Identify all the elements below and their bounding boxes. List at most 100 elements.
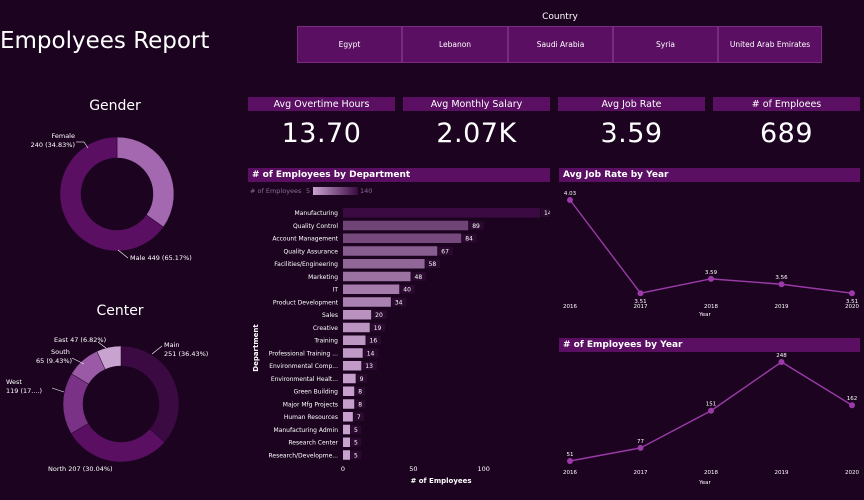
dept-value-label: 8 <box>358 389 362 396</box>
job-rate-point-2020[interactable] <box>849 290 855 297</box>
center-donut-chart[interactable]: Main 251 (36.43%) North 207 (30.04%) Wes… <box>0 330 240 480</box>
dept-category-label: IT <box>333 287 339 294</box>
dept-bar-environmental-comp[interactable] <box>343 361 362 371</box>
employees-year-data-label: 162 <box>847 396 858 402</box>
dept-value-label: 7 <box>357 414 361 421</box>
dept-bar-training[interactable] <box>343 335 366 346</box>
center-slice-main[interactable] <box>120 345 180 443</box>
dept-bar-quality-control[interactable] <box>343 220 469 231</box>
dept-category-label: Manufacturing Admin <box>274 427 339 434</box>
dept-bar-quality-assurance[interactable] <box>343 246 438 256</box>
dept-legend-min: 5 <box>306 187 310 195</box>
dept-bar-chart[interactable]: # of Employees 5 140 ManufacturingQualit… <box>248 184 550 494</box>
dept-bar-research-center[interactable] <box>343 437 351 448</box>
gender-label-female-line1: Female <box>51 132 75 140</box>
dept-bar-it[interactable] <box>343 284 400 295</box>
dept-legend-gradient <box>313 187 358 195</box>
dept-value-label: 19 <box>374 325 382 332</box>
dept-value-label: 8 <box>358 401 362 408</box>
job-rate-line-chart[interactable]: 4.0320163.5120173.5920183.5620193.512020… <box>559 183 860 323</box>
dept-bar-manufacturing-admin[interactable] <box>343 424 351 435</box>
dept-y-axis-label: Department <box>252 324 260 372</box>
dept-bar-research-developme[interactable] <box>343 450 351 460</box>
employees-year-x-tick: 2020 <box>845 470 859 476</box>
dept-bar-product-development[interactable] <box>343 297 391 307</box>
dept-category-label: Human Resources <box>284 414 338 421</box>
gender-slice-female[interactable] <box>116 136 175 228</box>
dept-legend-max: 140 <box>360 187 372 195</box>
job-rate-x-tick: 2018 <box>704 304 718 310</box>
dept-bar-facilities-engineering[interactable] <box>343 259 425 269</box>
job-rate-x-tick: 2017 <box>634 304 648 310</box>
job-rate-data-label: 3.56 <box>775 275 788 281</box>
job-rate-point-2016[interactable] <box>567 197 573 203</box>
dept-category-label: Quality Control <box>293 223 338 230</box>
center-label-west-line2: 119 (17....) <box>6 387 42 395</box>
country-option-saudi-arabia[interactable]: Saudi Arabia <box>508 26 613 63</box>
dept-bar-professional-training[interactable] <box>343 348 363 358</box>
job-rate-point-2019[interactable] <box>778 281 785 288</box>
job-rate-x-tick: 2016 <box>563 304 577 310</box>
dept-chart-title: # of Employees by Department <box>248 168 550 182</box>
job-rate-point-2018[interactable] <box>708 275 714 282</box>
gender-label-male: Male 449 (65.17%) <box>130 254 192 262</box>
dept-category-label: Environmental Comp... <box>269 363 338 370</box>
employees-year-point-2018[interactable] <box>708 407 714 414</box>
country-option-syria[interactable]: Syria <box>613 26 718 63</box>
gender-label-female-line2: 240 (34.83%) <box>31 141 75 149</box>
dept-value-label: 58 <box>429 261 437 268</box>
dept-bar-human-resources[interactable] <box>343 412 353 422</box>
kpi-label-employees: # of Emploees <box>713 97 860 111</box>
dept-bar-green-building[interactable] <box>343 386 355 397</box>
center-leader-west <box>51 387 65 393</box>
center-donut[interactable] <box>62 345 180 463</box>
dept-x-axis-label: # of Employees <box>410 477 471 485</box>
dept-bar-creative[interactable] <box>343 322 370 333</box>
dept-x-tick: 50 <box>409 465 417 473</box>
gender-donut[interactable] <box>59 136 175 252</box>
employees-year-point-2019[interactable] <box>778 359 785 365</box>
country-option-lebanon[interactable]: Lebanon <box>402 26 508 63</box>
dept-bar-sales[interactable] <box>343 310 372 320</box>
kpi-value-job-rate: 3.59 <box>600 118 663 149</box>
dept-value-label: 14 <box>367 350 375 357</box>
employees-year-line-chart[interactable]: 51 2016 77 2017 151 2018 248 2019 162 2020 Year <box>559 353 860 493</box>
dept-value-label: 34 <box>395 299 403 306</box>
dept-bar-manufacturing[interactable] <box>343 208 540 218</box>
dept-bar-marketing[interactable] <box>343 271 411 282</box>
dept-category-label: Training <box>313 338 338 345</box>
country-option-uae[interactable]: United Arab Emirates <box>718 26 822 63</box>
dept-value-label: 40 <box>403 287 411 294</box>
center-label-east: East 47 (6.82%) <box>54 336 106 344</box>
employees-year-x-tick: 2017 <box>634 470 648 476</box>
employees-year-point-2016[interactable] <box>567 458 573 464</box>
dept-category-label: Green Building <box>294 389 339 396</box>
dept-category-label: Sales <box>322 312 338 319</box>
dept-value-label: 13 <box>365 363 373 370</box>
dept-category-label: Major Mfg Projects <box>283 401 338 408</box>
center-label-south-line2: 65 (9.43%) <box>36 357 72 365</box>
dept-category-label: Creative <box>313 325 338 332</box>
dept-bar-account-management[interactable] <box>343 233 462 244</box>
country-option-egypt[interactable]: Egypt <box>297 26 402 63</box>
kpi-value-overtime: 13.70 <box>281 118 362 149</box>
dept-category-label: Marketing <box>308 274 338 281</box>
employees-year-point-2020[interactable] <box>849 402 855 409</box>
center-label-main-line1: Main <box>164 341 180 349</box>
center-label-main-line2: 251 (36.43%) <box>164 350 208 358</box>
dept-category-label: Quality Assurance <box>284 248 339 255</box>
employees-year-data-label: 151 <box>706 402 717 408</box>
gender-donut-chart[interactable]: Female 240 (34.83%) Male 449 (65.17%) <box>0 118 240 268</box>
center-slice-west[interactable] <box>62 373 89 434</box>
employees-year-point-2017[interactable] <box>637 444 644 451</box>
report-title: Empolyees Report <box>0 28 210 54</box>
center-label-west-line1: West <box>6 378 22 386</box>
dept-bar-environmental-healt[interactable] <box>343 373 356 384</box>
kpi-label-overtime: Avg Overtime Hours <box>248 97 395 111</box>
kpi-label-job-rate: Avg Job Rate <box>558 97 705 111</box>
dept-value-label: 20 <box>375 312 383 319</box>
dept-bar-major-mfg-projects[interactable] <box>343 399 355 409</box>
job-rate-x-tick: 2019 <box>775 304 789 310</box>
dept-value-label: 89 <box>472 223 480 230</box>
job-rate-point-2017[interactable] <box>637 290 644 297</box>
